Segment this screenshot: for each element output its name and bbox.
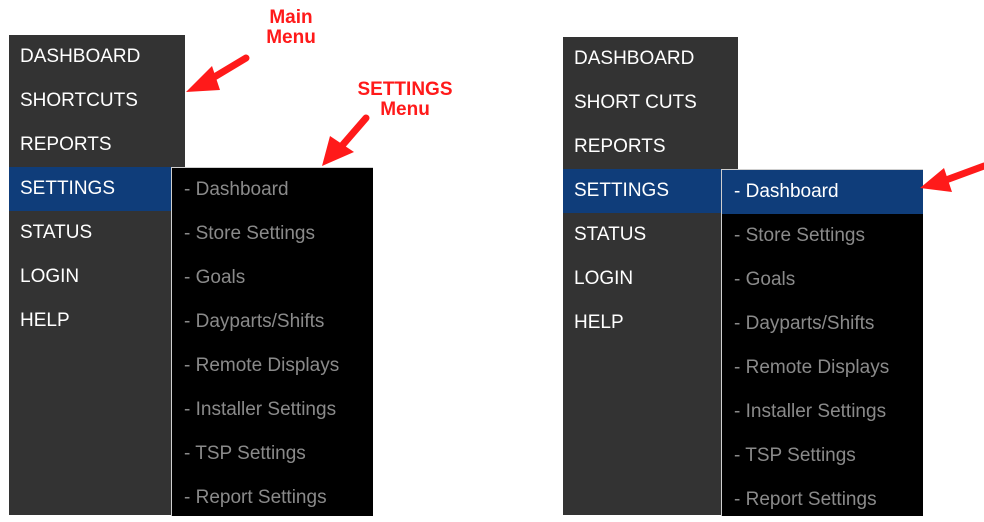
right-settings-submenu: - Dashboard - Store Settings - Goals - D… — [721, 169, 923, 516]
main-menu-item-login[interactable]: LOGIN — [9, 255, 185, 299]
main-menu-item-label: SETTINGS — [20, 178, 116, 199]
submenu-item-dayparts-shifts[interactable]: - Dayparts/Shifts — [722, 302, 923, 346]
main-menu-item-status[interactable]: STATUS — [9, 211, 185, 255]
submenu-item-tsp-settings[interactable]: - TSP Settings — [722, 434, 923, 478]
annotation-line: SETTINGS — [357, 79, 453, 100]
main-menu-item-dashboard[interactable]: DASHBOARD — [9, 35, 185, 79]
main-menu-arrow-icon — [186, 54, 250, 92]
submenu-item-report-settings[interactable]: - Report Settings — [722, 478, 923, 522]
main-menu-item-reports[interactable]: REPORTS — [563, 125, 738, 169]
submenu-item-store-settings[interactable]: - Store Settings — [722, 214, 923, 258]
submenu-item-store-settings[interactable]: - Store Settings — [172, 212, 373, 256]
annotation-line: Main — [269, 7, 313, 28]
dashboard-highlight-arrow-icon — [920, 162, 984, 192]
main-menu-item-reports[interactable]: REPORTS — [9, 123, 185, 167]
main-menu-item-label: SETTINGS — [574, 180, 670, 201]
main-menu-item-settings[interactable]: SETTINGS — [563, 169, 738, 213]
main-menu-item-dashboard[interactable]: DASHBOARD — [563, 37, 738, 81]
submenu-item-goals[interactable]: - Goals — [172, 256, 373, 300]
left-main-menu: DASHBOARD SHORTCUTS REPORTS SETTINGS STA… — [9, 35, 185, 515]
submenu-item-installer-settings[interactable]: - Installer Settings — [722, 390, 923, 434]
settings-menu-arrow-icon — [322, 114, 370, 166]
main-menu-annotation: Main Menu — [246, 8, 336, 48]
main-menu-item-help[interactable]: HELP — [563, 301, 738, 345]
submenu-item-dayparts-shifts[interactable]: - Dayparts/Shifts — [172, 300, 373, 344]
submenu-item-remote-displays[interactable]: - Remote Displays — [722, 346, 923, 390]
main-menu-item-help[interactable]: HELP — [9, 299, 185, 343]
submenu-item-goals[interactable]: - Goals — [722, 258, 923, 302]
submenu-item-dashboard[interactable]: - Dashboard — [172, 168, 373, 212]
main-menu-item-login[interactable]: LOGIN — [563, 257, 738, 301]
main-menu-item-shortcuts[interactable]: SHORT CUTS — [563, 81, 738, 125]
submenu-item-tsp-settings[interactable]: - TSP Settings — [172, 432, 373, 476]
submenu-item-dashboard[interactable]: - Dashboard — [722, 170, 923, 214]
main-menu-item-status[interactable]: STATUS — [563, 213, 738, 257]
submenu-item-remote-displays[interactable]: - Remote Displays — [172, 344, 373, 388]
annotation-line: Menu — [266, 27, 316, 48]
submenu-item-installer-settings[interactable]: - Installer Settings — [172, 388, 373, 432]
left-settings-submenu: - Dashboard - Store Settings - Goals - D… — [171, 167, 373, 516]
main-menu-item-shortcuts[interactable]: SHORTCUTS — [9, 79, 185, 123]
main-menu-item-settings[interactable]: SETTINGS — [9, 167, 185, 211]
right-main-menu: DASHBOARD SHORT CUTS REPORTS SETTINGS ST… — [563, 37, 738, 515]
submenu-item-report-settings[interactable]: - Report Settings — [172, 476, 373, 520]
